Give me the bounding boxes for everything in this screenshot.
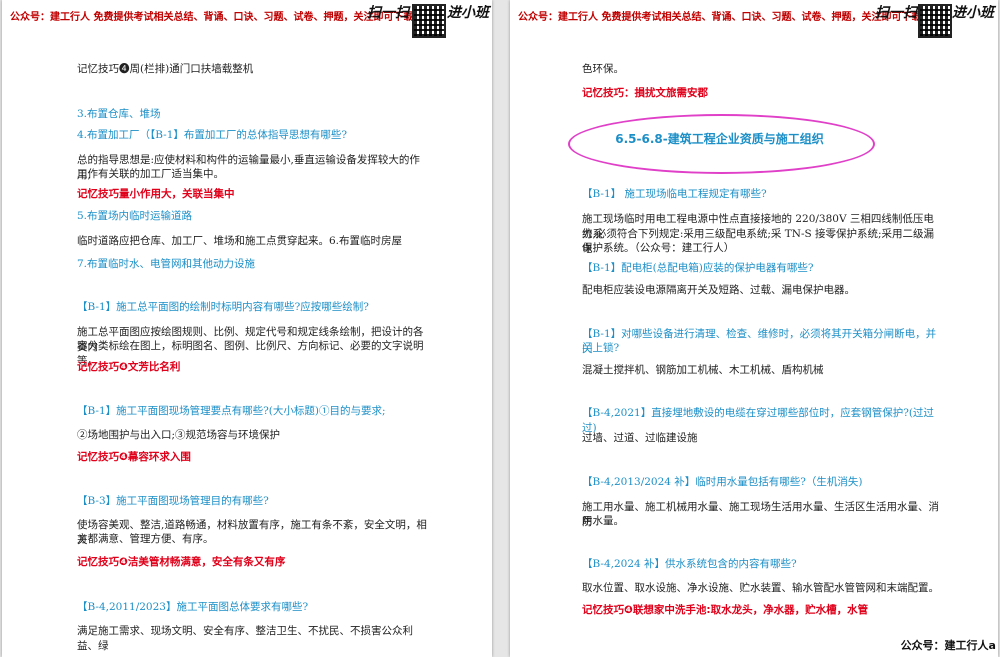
banner-text: 公众号：建工行人 免费提供考试相关总结、背诵、口诀、习题、试卷、押题，关注即可下… xyxy=(10,12,419,23)
left-line-tip: 记忆技巧❹洁美管材畅满意，安全有条又有序 xyxy=(77,556,286,568)
left-line-q: 5.布置场内临时运输道路 xyxy=(77,210,193,222)
left-line-q: 4.布置加工厂（【B-1】布置加工厂的总体指导思想有哪些? xyxy=(77,129,348,141)
left-line-body: 临时道路应把仓库、加工厂、堆场和施工点贯穿起来。6.布置临时房屋 xyxy=(77,235,403,247)
footer-label: 公众号：建工行人a xyxy=(900,639,996,652)
right-line-body: 保护系统。（公众号：建工行人） xyxy=(582,242,735,254)
scan-label: 扫一扫 xyxy=(367,5,409,21)
right-line-body: 用水量。 xyxy=(582,515,624,527)
right-line-body: 混凝土搅拌机、钢筋加工机械、木工机械、盾构机械 xyxy=(582,364,824,376)
right-line-q: 【B-1】配电柜(总配电箱)应装的保护电器有哪些? xyxy=(582,262,814,274)
left-line-body: ②场地围护与出入口;③规范场容与环境保护 xyxy=(77,429,281,441)
right-line-body: 色环保。 xyxy=(582,63,624,75)
right-page: 公众号：建工行人 免费提供考试相关总结、背诵、口诀、习题、试卷、押题，关注即可下… xyxy=(510,0,998,657)
right-line-q: 门上锁? xyxy=(582,342,620,354)
left-line-body: 方都满意、管理方便、有序。 xyxy=(77,533,214,545)
right-line-tip: 记忆技巧❹联想家中洗手池:取水龙头，净水器，贮水槽，水管 xyxy=(582,604,869,616)
enter-label: 进小班 xyxy=(447,5,489,21)
right-line-body: 配电柜应装设电源隔离开关及短路、过载、漏电保护电器。 xyxy=(582,284,855,296)
enter-label: 进小班 xyxy=(952,5,994,21)
left-line-tip: 记忆技巧❹文芳比名利 xyxy=(77,361,181,373)
right-line-body: 过墙、过道、过临建设施 xyxy=(582,432,698,444)
left-line-body: 工作有关联的加工厂适当集中。 xyxy=(77,168,224,180)
right-line-q: 【B-1】 施工现场临电工程规定有哪些? xyxy=(582,188,767,200)
section-title: 6.5-6.8-建筑工程企业资质与施工组织 xyxy=(615,132,824,146)
right-line-q: 【B-4,2024 补】供水系统包含的内容有哪些? xyxy=(582,558,797,570)
right-line-tip: 记忆技巧：損扰文旅需安郡 xyxy=(582,87,708,99)
right-line-body: 取水位置、取水设施、净水设施、贮水装置、输水管配水管管网和末端配置。 xyxy=(582,582,939,594)
left-line-body: 满足施工需求、现场文明、安全有序、整洁卫生、不扰民、不损害公众利益、绿 xyxy=(77,625,413,652)
banner-text: 公众号：建工行人 免费提供考试相关总结、背诵、口诀、习题、试卷、押题，关注即可下… xyxy=(518,12,927,23)
left-line-tip: 记忆技巧量小作用大，关联当集中 xyxy=(77,188,235,200)
left-line-body: 记忆技巧❹周(栏排)通门口扶墙载整机 xyxy=(77,63,254,75)
left-line-tip: 记忆技巧❹幕容环求入围 xyxy=(77,451,191,463)
left-line-q: 【B-3】施工平面图现场管理目的有哪些? xyxy=(77,495,269,507)
qr-code-icon xyxy=(918,4,952,38)
left-line-q: 【B-4,2011/2023】施工平面图总体要求有哪些? xyxy=(77,601,309,613)
right-line-q: 【B-4,2013/2024 补】临时用水量包括有哪些?（生机消失) xyxy=(582,476,863,488)
scan-label: 扫一扫 xyxy=(875,5,917,21)
qr-code-icon xyxy=(412,4,446,38)
left-line-q: 3.布置仓库、堆场 xyxy=(77,108,161,120)
left-line-q: 【B-1】施工总平面图的绘制时标明内容有哪些?应按哪些绘制? xyxy=(77,301,369,313)
left-line-q: 7.布置临时水、电管网和其他动力设施 xyxy=(77,258,256,270)
left-page: 公众号：建工行人 免费提供考试相关总结、背诵、口诀、习题、试卷、押题，关注即可下… xyxy=(2,0,492,657)
left-line-q: 【B-1】施工平面图现场管理要点有哪些?(大小标题)①目的与要求; xyxy=(77,405,386,417)
